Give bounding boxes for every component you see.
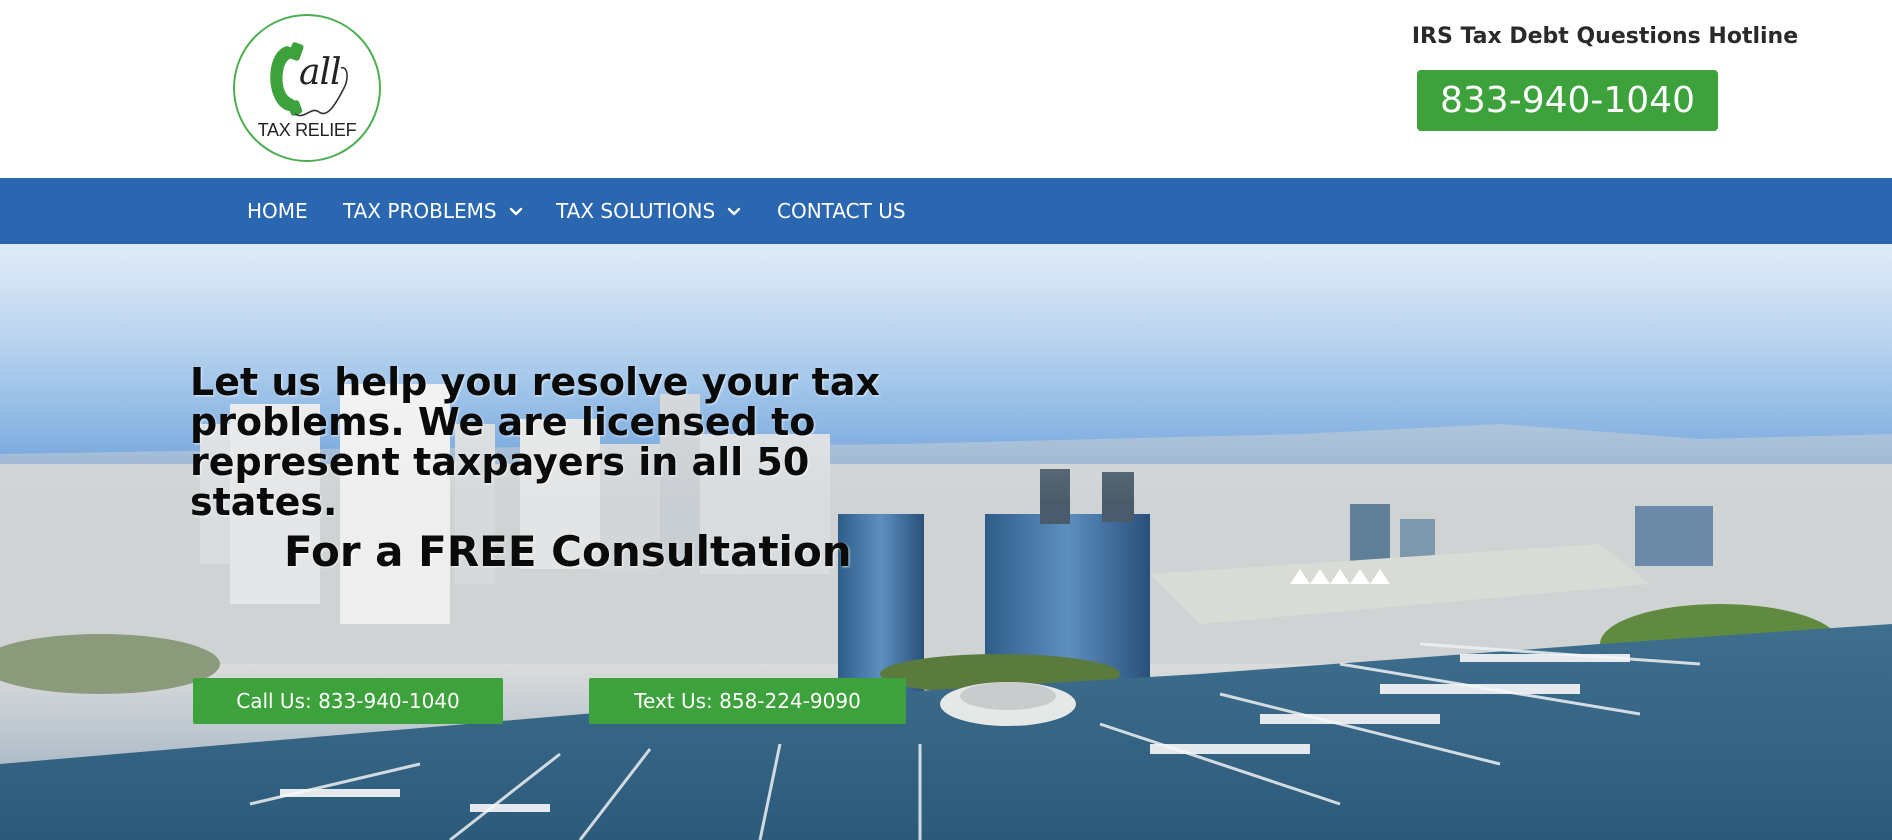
hotline-phone-button[interactable]: 833-940-1040 bbox=[1417, 70, 1718, 131]
hero-subheadline: For a FREE Consultation bbox=[284, 527, 852, 576]
nav-item-tax-solutions[interactable]: TAX SOLUTIONS bbox=[556, 178, 741, 244]
logo-wordmark: all bbox=[299, 52, 341, 93]
main-nav: HOME TAX PROBLEMS TAX SOLUTIONS CONTACT … bbox=[0, 178, 1892, 244]
chevron-down-icon bbox=[509, 207, 522, 216]
nav-item-label: HOME bbox=[247, 199, 308, 223]
call-us-button[interactable]: Call Us: 833-940-1040 bbox=[193, 678, 503, 724]
nav-item-tax-problems[interactable]: TAX PROBLEMS bbox=[343, 178, 523, 244]
nav-item-label: TAX SOLUTIONS bbox=[556, 199, 716, 223]
text-us-button[interactable]: Text Us: 858-224-9090 bbox=[589, 678, 906, 724]
hotline-title: IRS Tax Debt Questions Hotline bbox=[1411, 24, 1799, 49]
nav-item-label: CONTACT US bbox=[777, 199, 906, 223]
nav-item-contact-us[interactable]: CONTACT US bbox=[777, 178, 906, 244]
site-header: all TAX RELIEF IRS Tax Debt Questions Ho… bbox=[0, 0, 1892, 178]
site-logo[interactable]: all TAX RELIEF bbox=[233, 14, 381, 162]
chevron-down-icon bbox=[727, 207, 741, 216]
logo-subtitle: TAX RELIEF bbox=[257, 120, 357, 140]
nav-item-home[interactable]: HOME bbox=[247, 178, 308, 244]
hero-section: Let us help you resolve your tax problem… bbox=[0, 244, 1892, 840]
hero-headline: Let us help you resolve your tax problem… bbox=[190, 360, 880, 524]
nav-item-label: TAX PROBLEMS bbox=[343, 199, 497, 223]
